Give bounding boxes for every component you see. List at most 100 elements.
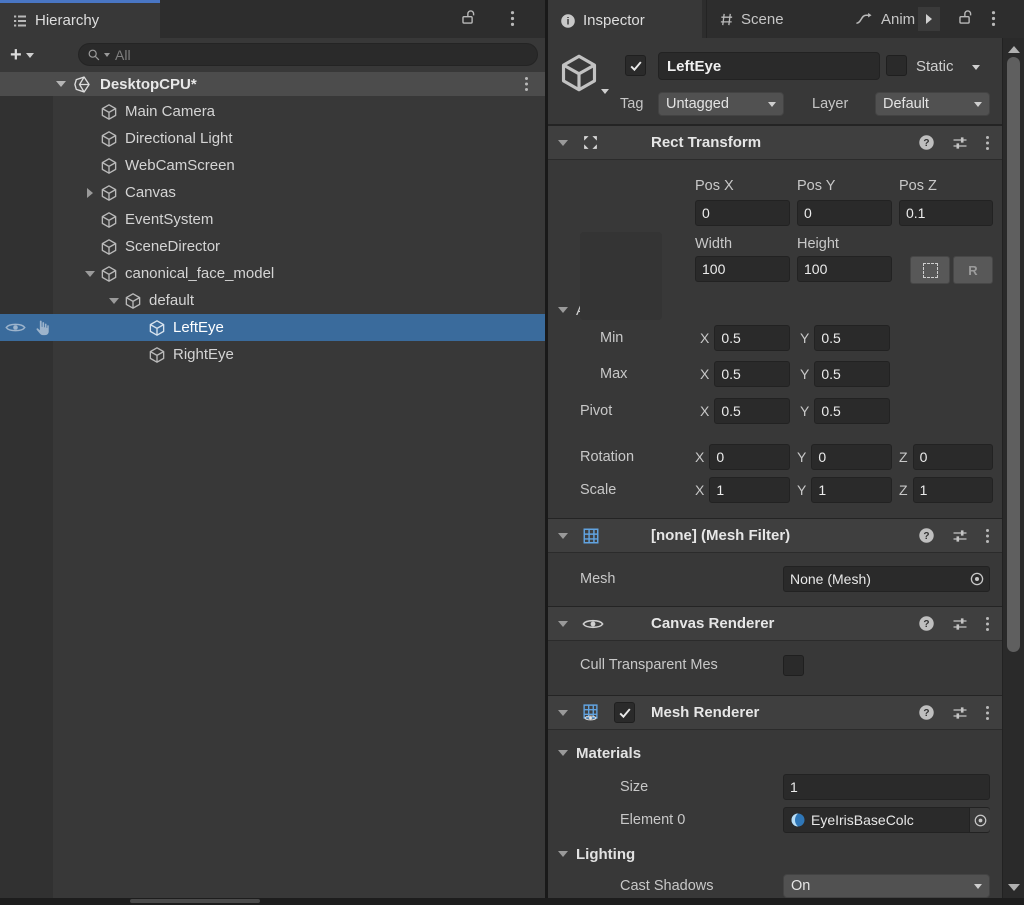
lock-icon[interactable] <box>460 9 477 26</box>
scroll-up-arrow[interactable] <box>1003 40 1024 58</box>
hierarchy-item-righteye[interactable]: RightEye <box>0 341 545 368</box>
inspector-scrollbar[interactable] <box>1002 38 1024 898</box>
help-icon[interactable] <box>918 134 935 151</box>
hierarchy-item-scenedirector[interactable]: SceneDirector <box>0 233 545 260</box>
scene-row-desktopcpu[interactable]: DesktopCPU* <box>0 72 545 96</box>
visibility-eye-icon[interactable] <box>5 321 26 334</box>
anchor-min-x-field[interactable] <box>714 325 790 351</box>
static-flags-caret-icon[interactable] <box>972 65 980 70</box>
foldout-expanded-icon[interactable] <box>109 298 119 304</box>
mesh-object-field[interactable]: None (Mesh) <box>783 566 990 592</box>
foldout-expanded-icon[interactable] <box>558 140 568 146</box>
presets-icon[interactable] <box>952 705 968 721</box>
item-label: EventSystem <box>125 211 213 228</box>
foldout-expanded-icon[interactable] <box>558 621 568 627</box>
cast-shadows-dropdown[interactable]: On <box>783 874 990 898</box>
tab-overflow-button[interactable] <box>918 7 940 31</box>
help-icon[interactable] <box>918 704 935 721</box>
tab-inspector[interactable]: Inspector <box>548 0 702 38</box>
scrollbar-thumb[interactable] <box>1007 57 1020 652</box>
foldout-expanded-icon[interactable] <box>85 271 95 277</box>
hierarchy-item-canonical-face-model[interactable]: canonical_face_model <box>0 260 545 287</box>
horizontal-scrollbar-thumb[interactable] <box>130 899 260 903</box>
item-label: Directional Light <box>125 130 233 147</box>
kebab-menu-icon[interactable] <box>510 10 515 27</box>
element0-material-field[interactable]: EyeIrisBaseColc <box>783 807 990 833</box>
overflow-arrow-icon <box>926 14 932 24</box>
hierarchy-item-directional-light[interactable]: Directional Light <box>0 125 545 152</box>
kebab-menu-icon[interactable] <box>985 616 990 632</box>
hierarchy-search[interactable] <box>78 43 538 66</box>
mesh-filter-header[interactable]: [none] (Mesh Filter) <box>548 518 1003 553</box>
scroll-down-arrow[interactable] <box>1003 878 1024 896</box>
rotation-z-field[interactable] <box>913 444 993 470</box>
hierarchy-item-canvas[interactable]: Canvas <box>0 179 545 206</box>
materials-foldout[interactable]: Materials <box>548 739 990 767</box>
pivot-y-field[interactable] <box>814 398 890 424</box>
hierarchy-item-lefteye-selected[interactable]: LeftEye <box>0 314 545 341</box>
kebab-menu-icon[interactable] <box>985 705 990 721</box>
pivot-x-field[interactable] <box>714 398 790 424</box>
materials-size-field[interactable] <box>783 774 990 800</box>
tag-dropdown[interactable]: Untagged <box>658 92 784 116</box>
scene-kebab-icon[interactable] <box>524 76 529 92</box>
rotation-x-field[interactable] <box>709 444 790 470</box>
object-picker-icon[interactable] <box>969 571 985 587</box>
rect-transform-header[interactable]: Rect Transform <box>548 125 1003 160</box>
hierarchy-item-eventsystem[interactable]: EventSystem <box>0 206 545 233</box>
kebab-menu-icon[interactable] <box>985 528 990 544</box>
scale-z-field[interactable] <box>913 477 993 503</box>
lock-icon[interactable] <box>957 9 974 26</box>
min-label: Min <box>600 330 623 346</box>
chevron-down-icon <box>974 884 982 889</box>
rotation-label: Rotation <box>580 449 634 465</box>
blueprint-mode-button[interactable] <box>910 256 950 284</box>
foldout-expanded-icon[interactable] <box>558 533 568 539</box>
help-icon[interactable] <box>918 615 935 632</box>
presets-icon[interactable] <box>952 135 968 151</box>
presets-icon[interactable] <box>952 528 968 544</box>
tab-anim[interactable]: Anim <box>843 0 918 38</box>
gameobject-name-field[interactable] <box>658 52 880 80</box>
foldout-expanded-icon[interactable] <box>558 710 568 716</box>
pickability-hand-icon[interactable] <box>34 319 52 337</box>
tab-scene[interactable]: Scene <box>706 0 831 38</box>
create-object-button[interactable]: + <box>10 45 34 65</box>
pos-z-field[interactable] <box>899 200 993 226</box>
search-input[interactable] <box>113 46 529 64</box>
hierarchy-item-main-camera[interactable]: Main Camera <box>0 98 545 125</box>
object-picker-segment[interactable] <box>969 808 990 832</box>
rotation-y-field[interactable] <box>811 444 892 470</box>
lighting-foldout[interactable]: Lighting <box>548 840 990 868</box>
kebab-menu-icon[interactable] <box>985 135 990 151</box>
tab-hierarchy[interactable]: Hierarchy <box>0 0 160 38</box>
anchor-min-y-field[interactable] <box>814 325 890 351</box>
anchor-max-y-field[interactable] <box>814 361 890 387</box>
presets-icon[interactable] <box>952 616 968 632</box>
anchor-preset-widget[interactable] <box>580 232 662 320</box>
canvas-renderer-header[interactable]: Canvas Renderer <box>548 606 1003 641</box>
hierarchy-item-webcamscreen[interactable]: WebCamScreen <box>0 152 545 179</box>
foldout-collapsed-icon[interactable] <box>87 188 93 198</box>
active-checkbox[interactable] <box>625 55 646 76</box>
raw-edit-mode-button[interactable]: R <box>953 256 993 284</box>
scale-y-field[interactable] <box>811 477 892 503</box>
cull-transparent-mesh-checkbox[interactable] <box>783 655 804 676</box>
kebab-menu-icon[interactable] <box>991 10 996 27</box>
mesh-renderer-enabled-checkbox[interactable] <box>614 702 635 723</box>
gameobject-icon-button[interactable] <box>558 52 600 94</box>
anchor-max-x-field[interactable] <box>714 361 790 387</box>
scale-x-field[interactable] <box>709 477 790 503</box>
pos-x-field[interactable] <box>695 200 790 226</box>
height-field[interactable] <box>797 256 892 282</box>
help-icon[interactable] <box>918 527 935 544</box>
static-checkbox[interactable] <box>886 55 907 76</box>
axis-x-label: X <box>695 449 704 465</box>
width-field[interactable] <box>695 256 790 282</box>
mesh-renderer-header[interactable]: Mesh Renderer <box>548 695 1003 730</box>
layer-dropdown[interactable]: Default <box>875 92 990 116</box>
gameobject-cube-icon <box>100 265 118 283</box>
pos-y-field[interactable] <box>797 200 892 226</box>
foldout-expanded-icon[interactable] <box>56 81 66 87</box>
hierarchy-item-default[interactable]: default <box>0 287 545 314</box>
